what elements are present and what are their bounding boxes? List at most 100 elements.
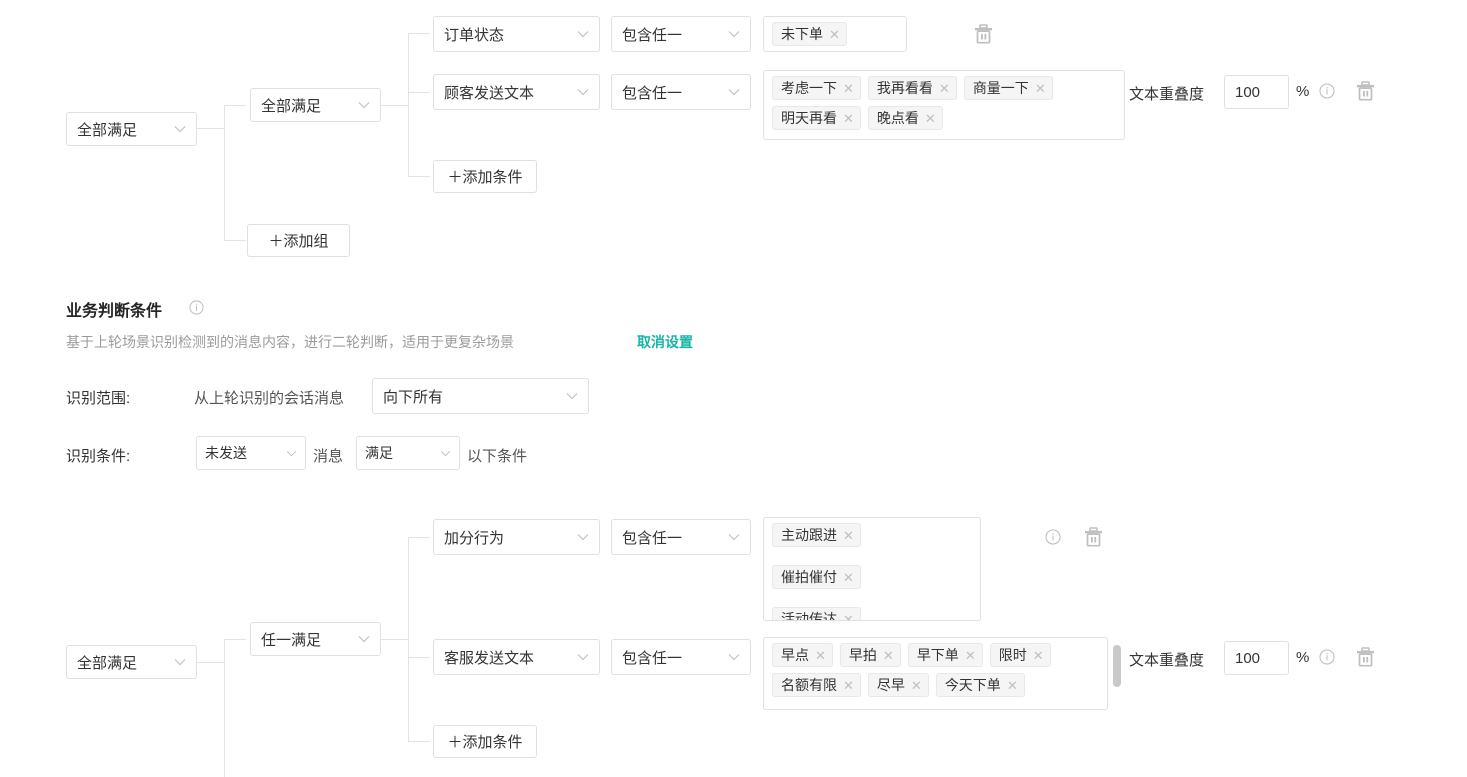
tag-chip[interactable]: 早下单 ✕ [907, 643, 983, 667]
delete-condition-icon[interactable] [1356, 81, 1375, 101]
tree-line [408, 92, 430, 93]
tag-chip[interactable]: 晚点看 ✕ [867, 106, 943, 130]
match-mode-select[interactable]: 满足 [356, 436, 460, 470]
add-condition-button[interactable]: ＋添加条件 [433, 160, 537, 193]
tag-label: 名额有限 [781, 677, 837, 693]
tag-label: 尽早 [876, 677, 905, 693]
tag-chip[interactable]: 尽早 ✕ [867, 673, 929, 697]
cancel-setting-link[interactable]: 取消设置 [637, 332, 693, 352]
chevron-down-icon [344, 101, 370, 109]
following-condition-label: 以下条件 [467, 448, 528, 465]
delete-condition-icon[interactable] [1084, 527, 1103, 547]
tag-chip[interactable]: 商量一下 ✕ [963, 76, 1053, 100]
percent-symbol: % [1296, 649, 1310, 666]
tag-chip[interactable]: 限时 ✕ [989, 643, 1051, 667]
delete-condition-icon[interactable] [1356, 647, 1375, 667]
tag-remove-icon[interactable]: ✕ [965, 649, 976, 662]
group-logic-select[interactable]: 全部满足 [250, 88, 381, 122]
tag-chip[interactable]: 明天再看 ✕ [772, 106, 861, 130]
percent-symbol: % [1296, 83, 1310, 100]
group-logic-select-value: 全部满足 [261, 97, 322, 115]
info-circle-icon[interactable] [1319, 649, 1335, 665]
tree-line [224, 105, 246, 106]
tag-chip[interactable]: 主动跟进 ✕ [772, 523, 861, 547]
tag-chip[interactable]: 我再看看 ✕ [867, 76, 957, 100]
tag-chip[interactable]: 考虑一下 ✕ [772, 76, 861, 100]
recognition-scope-label: 识别范围: [66, 390, 131, 407]
tag-remove-icon[interactable]: ✕ [843, 679, 854, 692]
chevron-down-icon [563, 30, 589, 38]
tag-remove-icon[interactable]: ✕ [911, 679, 922, 692]
tag-remove-icon[interactable]: ✕ [1007, 679, 1018, 692]
tag-label: 我再看看 [876, 80, 933, 96]
tags-scrollbar-thumb[interactable] [1113, 645, 1121, 687]
text-overlap-input[interactable] [1224, 75, 1289, 109]
root-logic-select[interactable]: 全部满足 [66, 112, 197, 146]
condition-field-select[interactable]: 顾客发送文本 [433, 74, 600, 110]
add-condition-button[interactable]: ＋添加条件 [433, 725, 537, 758]
add-group-button[interactable]: ＋添加组 [247, 224, 350, 257]
tag-remove-icon[interactable]: ✕ [883, 649, 894, 662]
tag-chip[interactable]: 催拍催付 ✕ [772, 565, 861, 589]
tree-line [408, 741, 430, 742]
tag-remove-icon[interactable]: ✕ [843, 571, 854, 584]
tag-chip[interactable]: 今天下单 ✕ [935, 673, 1025, 697]
tag-remove-icon[interactable]: ✕ [843, 613, 854, 621]
add-condition-button-label: ＋添加条件 [447, 734, 523, 751]
tag-label: 今天下单 [944, 677, 1001, 693]
recognition-scope-select[interactable]: 向下所有 [372, 378, 589, 414]
delete-condition-icon[interactable] [974, 24, 993, 44]
condition-tags-input[interactable]: 考虑一下 ✕ 我再看看 ✕ 商量一下 ✕ 明天再看 ✕ 晚点看 ✕ [763, 70, 1125, 140]
tag-remove-icon[interactable]: ✕ [815, 649, 826, 662]
tree-line [408, 657, 430, 658]
condition-operator-select[interactable]: 包含任一 [611, 74, 751, 110]
tag-chip[interactable]: 未下单 ✕ [772, 22, 847, 46]
tag-remove-icon[interactable]: ✕ [1035, 82, 1046, 95]
condition-operator-select[interactable]: 包含任一 [611, 16, 751, 52]
tag-remove-icon[interactable]: ✕ [843, 529, 854, 542]
condition-tags-input[interactable]: 未下单 ✕ [763, 16, 907, 52]
message-sent-state-select[interactable]: 未发送 [196, 436, 306, 470]
condition-field-select[interactable]: 订单状态 [433, 16, 600, 52]
condition-operator-select[interactable]: 包含任一 [611, 519, 751, 555]
tree-line [224, 639, 225, 777]
tag-remove-icon[interactable]: ✕ [829, 28, 840, 41]
add-condition-button-label: ＋添加条件 [447, 169, 523, 186]
condition-builder-page: 全部满足 全部满足 ＋添加组 订单状态 包含任一 未下单 ✕ 顾客发送文本 包含… [0, 0, 1467, 777]
condition-tags-input[interactable]: 早点 ✕ 早拍 ✕ 早下单 ✕ 限时 ✕ 名额有限 ✕ 尽早 ✕ 今天下单 ✕ [763, 637, 1108, 710]
condition-field-select-value: 客服发送文本 [444, 649, 535, 667]
root-logic-select-value: 全部满足 [77, 121, 138, 139]
tag-chip[interactable]: 活动传达 ✕ [772, 607, 861, 621]
tag-remove-icon[interactable]: ✕ [1033, 649, 1044, 662]
info-circle-icon[interactable] [1045, 529, 1061, 545]
tag-chip[interactable]: 早拍 ✕ [839, 643, 901, 667]
info-circle-icon[interactable] [1319, 83, 1335, 99]
condition-field-select[interactable]: 加分行为 [433, 519, 600, 555]
tag-chip[interactable]: 名额有限 ✕ [772, 673, 861, 697]
chevron-down-icon [714, 30, 740, 38]
info-circle-icon[interactable] [189, 300, 204, 315]
tag-chip[interactable]: 早点 ✕ [772, 643, 833, 667]
tag-label: 主动跟进 [781, 527, 837, 543]
tag-remove-icon[interactable]: ✕ [925, 112, 936, 125]
tag-remove-icon[interactable]: ✕ [939, 82, 950, 95]
tag-remove-icon[interactable]: ✕ [843, 82, 854, 95]
condition-field-select[interactable]: 客服发送文本 [433, 639, 600, 675]
tag-remove-icon[interactable]: ✕ [843, 112, 854, 125]
tag-label: 早下单 [916, 647, 959, 663]
recognition-condition-label: 识别条件: [66, 448, 131, 465]
group-logic-select[interactable]: 任一满足 [250, 622, 381, 656]
condition-tags-input[interactable]: 主动跟进 ✕ 催拍催付 ✕ 活动传达 ✕ [763, 517, 981, 621]
text-overlap-input[interactable] [1224, 641, 1289, 675]
chevron-down-icon [432, 450, 451, 457]
condition-operator-select-value: 包含任一 [622, 26, 683, 44]
condition-field-select-value: 加分行为 [444, 529, 505, 547]
condition-operator-select-value: 包含任一 [622, 529, 683, 547]
tree-line [381, 639, 409, 640]
tag-label: 活动传达 [781, 611, 837, 621]
root-logic-select[interactable]: 全部满足 [66, 645, 197, 679]
message-sent-state-value: 未发送 [205, 445, 247, 461]
condition-operator-select-value: 包含任一 [622, 84, 683, 102]
condition-operator-select[interactable]: 包含任一 [611, 639, 751, 675]
tree-line [224, 639, 246, 640]
